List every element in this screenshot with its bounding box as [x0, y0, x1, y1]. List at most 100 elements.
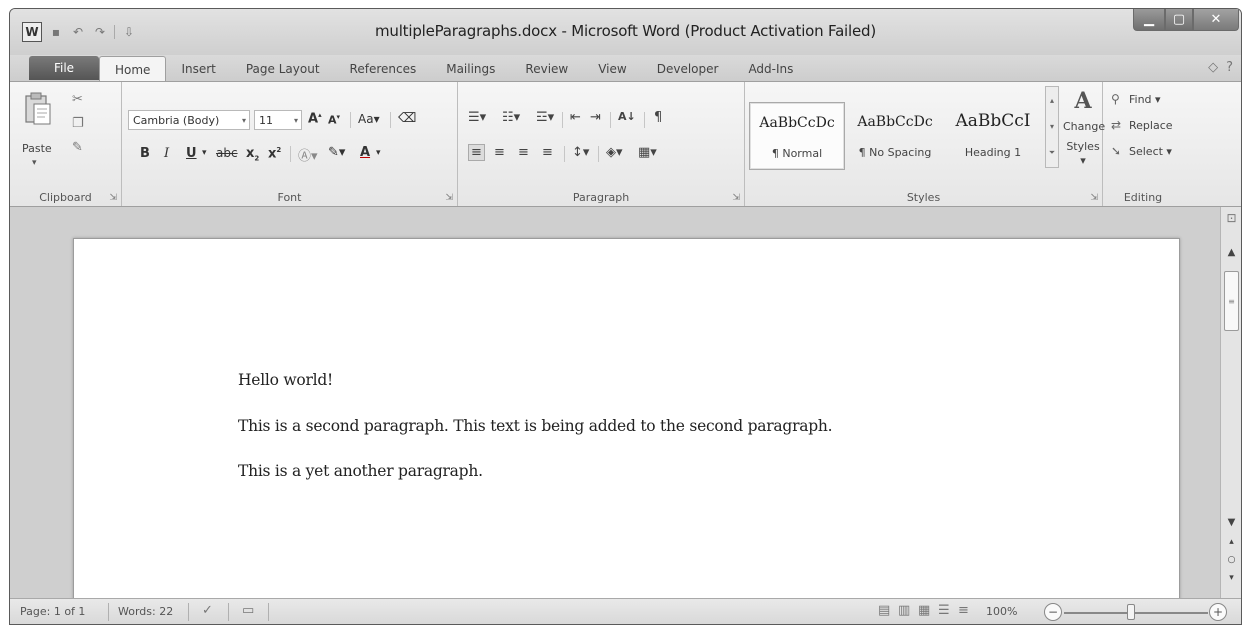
full-screen-reading-icon[interactable]: ▥ [898, 603, 910, 618]
web-layout-icon[interactable]: ▦ [918, 603, 930, 618]
replace-button[interactable]: ⇄ Replace [1111, 118, 1173, 132]
font-launcher-icon[interactable]: ⇲ [445, 193, 453, 203]
strikethrough-icon[interactable]: abc [216, 146, 238, 160]
shrink-font-icon[interactable]: A▾ [328, 113, 340, 127]
style-heading-1[interactable]: AaBbCcI Heading 1 [945, 102, 1041, 170]
change-case-icon[interactable]: Aa▾ [358, 112, 380, 126]
superscript-icon[interactable]: x2 [268, 146, 281, 161]
clear-formatting-icon[interactable]: ⌫ [398, 111, 416, 126]
find-button[interactable]: ⚲ Find ▾ [1111, 92, 1161, 106]
gallery-up-icon[interactable]: ▴ [1050, 96, 1054, 105]
zoom-level[interactable]: 100% [986, 605, 1017, 618]
style-normal[interactable]: AaBbCcDc ¶ Normal [749, 102, 845, 170]
scroll-thumb[interactable]: ≡ [1224, 271, 1239, 331]
clipboard-launcher-icon[interactable]: ⇲ [109, 193, 117, 203]
select-label: Select ▾ [1129, 144, 1172, 158]
subscript-icon[interactable]: x2 [246, 146, 259, 163]
zoom-slider-thumb[interactable] [1127, 604, 1135, 620]
text-effects-icon[interactable]: Ⓐ▾ [298, 145, 318, 164]
minimize-ribbon-icon[interactable]: ◇ [1208, 60, 1218, 75]
highlight-color-icon[interactable]: ✎▾ [328, 145, 345, 160]
scroll-down-icon[interactable]: ▼ [1221, 517, 1241, 528]
next-page-icon[interactable]: ▾ [1221, 573, 1241, 583]
cut-icon[interactable]: ✂ [72, 92, 83, 107]
tab-home[interactable]: Home [99, 56, 167, 82]
tab-insert[interactable]: Insert [166, 57, 230, 81]
decrease-indent-icon[interactable]: ⇤ [570, 110, 581, 125]
gallery-down-icon[interactable]: ▾ [1050, 122, 1054, 131]
justify-icon[interactable]: ≡ [542, 145, 553, 160]
zoom-in-button[interactable]: + [1209, 603, 1227, 621]
gallery-more-icon[interactable]: ⏷ [1049, 148, 1055, 158]
underline-icon[interactable]: U [186, 146, 197, 161]
help-icon[interactable]: ? [1226, 60, 1233, 75]
styles-group-label: Styles [906, 191, 941, 204]
show-formatting-icon[interactable]: ¶ [654, 110, 662, 125]
zoom-out-button[interactable]: − [1044, 603, 1062, 621]
align-left-icon[interactable]: ≡ [468, 144, 485, 161]
font-size-combo[interactable]: 11 ▾ [254, 110, 302, 130]
zoom-slider-track[interactable] [1064, 612, 1208, 614]
tab-review[interactable]: Review [510, 57, 583, 81]
close-button[interactable]: ✕ [1193, 9, 1239, 31]
font-color-icon[interactable]: A [360, 145, 370, 160]
format-painter-icon[interactable]: ✎ [72, 140, 83, 155]
tab-page-layout[interactable]: Page Layout [231, 57, 335, 81]
document-page[interactable]: Hello world! This is a second paragraph.… [73, 238, 1180, 598]
paste-dropdown-icon[interactable]: ▾ [32, 158, 37, 168]
vertical-scrollbar[interactable]: ⊡ ▲ ≡ ▼ ▴ ○ ▾ [1220, 207, 1241, 598]
line-spacing-icon[interactable]: ↕▾ [572, 145, 589, 160]
numbering-icon[interactable]: ☷▾ [502, 110, 520, 125]
increase-indent-icon[interactable]: ⇥ [590, 110, 601, 125]
align-right-icon[interactable]: ≡ [518, 145, 529, 160]
borders-icon[interactable]: ▦▾ [638, 145, 657, 160]
underline-dropdown-icon[interactable]: ▾ [202, 148, 207, 158]
ruler-toggle-icon[interactable]: ⊡ [1221, 211, 1241, 225]
proofing-icon[interactable]: ✓ [202, 603, 213, 618]
bold-icon[interactable]: B [140, 146, 150, 161]
outline-icon[interactable]: ☰ [938, 603, 950, 618]
tab-references[interactable]: References [335, 57, 432, 81]
editing-group-label: Editing [1123, 191, 1163, 204]
font-name-combo[interactable]: Cambria (Body) ▾ [128, 110, 250, 130]
tab-add-ins[interactable]: Add-Ins [733, 57, 808, 81]
paragraph-1[interactable]: Hello world! [238, 371, 333, 389]
maximize-button[interactable]: ▢ [1165, 9, 1193, 31]
browse-object-icon[interactable]: ○ [1221, 555, 1241, 565]
draft-icon[interactable]: ≡ [958, 603, 969, 618]
styles-launcher-icon[interactable]: ⇲ [1090, 193, 1098, 203]
tab-mailings[interactable]: Mailings [431, 57, 510, 81]
shading-icon[interactable]: ◈▾ [606, 145, 623, 160]
copy-icon[interactable]: ❐ [72, 116, 84, 131]
bullets-icon[interactable]: ☰▾ [468, 110, 486, 125]
tab-developer[interactable]: Developer [642, 57, 734, 81]
multilevel-list-icon[interactable]: ☲▾ [536, 110, 554, 125]
tab-file[interactable]: File [29, 56, 99, 80]
italic-icon[interactable]: I [164, 146, 169, 161]
page-count[interactable]: Page: 1 of 1 [20, 605, 85, 618]
macro-record-icon[interactable]: ▭ [242, 603, 254, 618]
minimize-button[interactable]: ▁ [1133, 9, 1165, 31]
font-size-dropdown-icon[interactable]: ▾ [294, 116, 298, 125]
paragraph-2[interactable]: This is a second paragraph. This text is… [238, 417, 833, 435]
select-button[interactable]: ➘ Select ▾ [1111, 144, 1172, 158]
align-center-icon[interactable]: ≡ [494, 145, 505, 160]
grow-font-icon[interactable]: A▴ [308, 111, 322, 126]
sort-icon[interactable]: A↓ [618, 110, 636, 123]
font-color-dropdown-icon[interactable]: ▾ [376, 148, 381, 158]
font-name-dropdown-icon[interactable]: ▾ [242, 116, 246, 125]
window-controls: ▁ ▢ ✕ [1133, 9, 1239, 31]
style-no-spacing[interactable]: AaBbCcDc ¶ No Spacing [847, 102, 943, 170]
tab-view[interactable]: View [583, 57, 641, 81]
change-styles-button[interactable]: A Change Styles ▾ [1063, 88, 1105, 168]
styles-group: AaBbCcDc ¶ Normal AaBbCcDc ¶ No Spacing … [745, 82, 1105, 206]
paste-button[interactable]: Paste [22, 142, 52, 155]
previous-page-icon[interactable]: ▴ [1221, 537, 1241, 547]
paste-icon[interactable] [24, 92, 52, 126]
scroll-up-icon[interactable]: ▲ [1221, 247, 1241, 258]
editing-group: ⚲ Find ▾ ⇄ Replace ➘ Select ▾ Editing [1103, 82, 1183, 206]
paragraph-launcher-icon[interactable]: ⇲ [732, 193, 740, 203]
word-count[interactable]: Words: 22 [118, 605, 173, 618]
paragraph-3[interactable]: This is a yet another paragraph. [238, 462, 483, 480]
print-layout-icon[interactable]: ▤ [878, 603, 890, 618]
